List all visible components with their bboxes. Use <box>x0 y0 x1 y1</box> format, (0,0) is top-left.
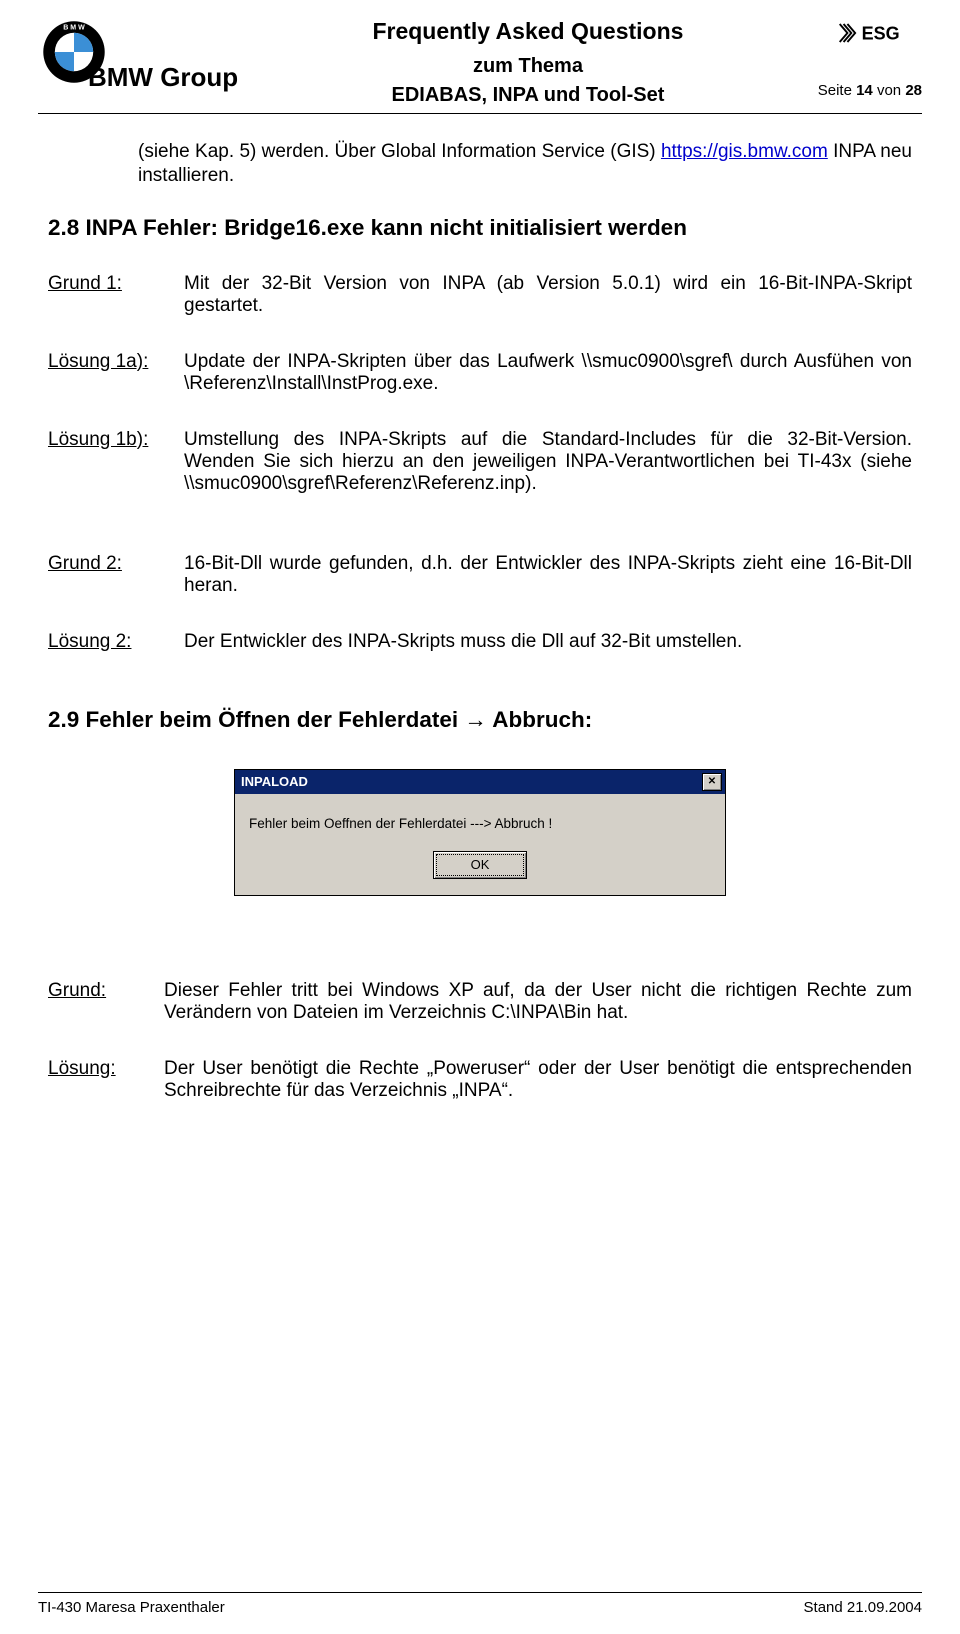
section-2-8-rows: Grund 1: Mit der 32-Bit Version von INPA… <box>38 259 922 653</box>
page-total: 28 <box>905 82 922 99</box>
section-2-8-heading: 2.8 INPA Fehler: Bridge16.exe kann nicht… <box>38 215 922 241</box>
dialog-message: Fehler beim Oeffnen der Fehlerdatei --->… <box>249 816 711 831</box>
grund-label: Grund: <box>48 980 164 1002</box>
loesung-label: Lösung: <box>48 1058 164 1080</box>
footer-right: Stand 21.09.2004 <box>804 1599 922 1616</box>
grund-1-value: Mit der 32-Bit Version von INPA (ab Vers… <box>184 273 912 317</box>
company-name: BMW Group <box>88 62 238 93</box>
grund-1-label: Grund 1: <box>48 273 184 295</box>
loesung-1a-label: Lösung 1a): <box>48 351 184 373</box>
ok-button[interactable]: OK <box>433 851 527 879</box>
esg-logo-text: ESG <box>862 23 900 43</box>
page-header: B M W BMW Group Frequently Asked Questio… <box>38 10 922 107</box>
page-prefix: Seite <box>818 82 856 99</box>
dialog-body: Fehler beim Oeffnen der Fehlerdatei --->… <box>235 794 725 895</box>
doc-title-3: EDIABAS, INPA und Tool-Set <box>238 84 818 107</box>
footer-left: TI-430 Maresa Praxenthaler <box>38 1599 225 1616</box>
header-center: Frequently Asked Questions zum Thema EDI… <box>238 14 818 107</box>
loesung-1b-value: Umstellung des INPA-Skripts auf die Stan… <box>184 429 912 495</box>
gis-link[interactable]: https://gis.bmw.com <box>661 141 828 162</box>
dialog-button-row: OK <box>249 851 711 879</box>
loesung-1b-label: Lösung 1b): <box>48 429 184 451</box>
page-of: von <box>873 82 906 99</box>
page: B M W BMW Group Frequently Asked Questio… <box>0 0 960 1634</box>
dialog-title-text: INPALOAD <box>241 774 308 789</box>
loesung-2-value: Der Entwickler des INPA-Skripts muss die… <box>184 631 912 653</box>
inpaload-dialog: INPALOAD ✕ Fehler beim Oeffnen der Fehle… <box>234 769 726 896</box>
loesung-value: Der User benötigt die Rechte „Poweruser“… <box>164 1058 912 1102</box>
grund-2-label: Grund 2: <box>48 553 184 575</box>
dialog-titlebar: INPALOAD ✕ <box>235 770 725 794</box>
page-number: Seite 14 von 28 <box>818 82 922 99</box>
grund-2-value: 16-Bit-Dll wurde gefunden, d.h. der Entw… <box>184 553 912 597</box>
close-icon[interactable]: ✕ <box>702 773 722 791</box>
intro-paragraph: (siehe Kap. 5) werden. Über Global Infor… <box>138 140 912 189</box>
intro-text-a: (siehe Kap. 5) werden. Über Global Infor… <box>138 141 661 162</box>
loesung-1a-value: Update der INPA-Skripten über das Laufwe… <box>184 351 912 395</box>
doc-title-2: zum Thema <box>238 55 818 78</box>
page-current: 14 <box>856 82 873 99</box>
footer-rule <box>38 1592 922 1593</box>
section-2-9-heading: 2.9 Fehler beim Öffnen der Fehlerdatei →… <box>38 707 922 733</box>
svg-text:B M W: B M W <box>63 25 85 32</box>
esg-logo-icon: ESG <box>832 18 922 48</box>
doc-title-1: Frequently Asked Questions <box>238 18 818 45</box>
intro-block: (siehe Kap. 5) werden. Über Global Infor… <box>38 114 922 189</box>
section-2-9-rows: Grund: Dieser Fehler tritt bei Windows X… <box>38 966 922 1102</box>
header-left: B M W BMW Group <box>38 14 238 93</box>
grund-value: Dieser Fehler tritt bei Windows XP auf, … <box>164 980 912 1024</box>
loesung-2-label: Lösung 2: <box>48 631 184 653</box>
header-right: ESG Seite 14 von 28 <box>818 14 922 99</box>
page-footer: TI-430 Maresa Praxenthaler Stand 21.09.2… <box>38 1592 922 1616</box>
